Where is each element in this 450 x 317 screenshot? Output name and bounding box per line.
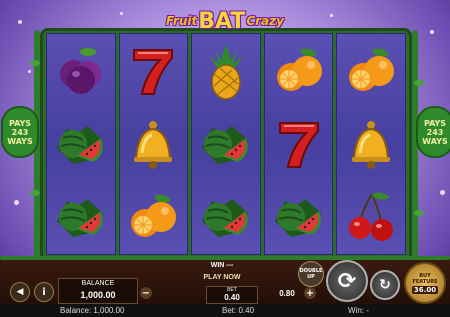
leaf	[30, 190, 40, 196]
watermelon-symbol-icon	[52, 114, 110, 174]
reel-5	[336, 33, 406, 255]
win-value: ---	[226, 262, 234, 269]
play-now-text: PLAY NOW	[203, 274, 241, 281]
watermelon-symbol-icon	[52, 187, 110, 247]
double-up-button[interactable]: DOUBLE UP	[298, 261, 324, 287]
leaf	[414, 80, 424, 86]
pays-243-ways-left-badge: PAYS 243 WAYS	[1, 106, 39, 158]
leaf	[30, 60, 40, 66]
buy-feature-price: 36.00	[411, 285, 439, 294]
logo-bat: BAT	[198, 8, 246, 34]
bell-symbol-icon	[124, 114, 182, 174]
win-label: WIN	[210, 262, 225, 269]
balance-value: 1,000.00	[80, 290, 116, 300]
bet-box: BET 0.40	[206, 286, 258, 304]
game-logo: Fruit BAT Crazy	[150, 8, 300, 34]
watermelon-symbol-icon	[197, 187, 255, 247]
pays-line-3: WAYS	[7, 136, 33, 146]
vine-panel-top	[0, 256, 450, 260]
sparkle	[28, 70, 31, 73]
pineapple-symbol-icon	[197, 41, 255, 101]
seven-symbol-icon	[270, 114, 328, 174]
bet-plus-button[interactable]: +	[304, 287, 316, 299]
reel-2	[118, 33, 189, 255]
status-win: Win: -	[348, 306, 369, 315]
seven-symbol-icon	[124, 41, 182, 101]
balance-label: BALANCE	[81, 280, 115, 287]
status-bet: Bet: 0.40	[222, 306, 255, 315]
pays-line-3: WAYS	[422, 136, 448, 146]
leaf	[414, 210, 424, 216]
reel-3	[191, 33, 261, 255]
balance-box: BALANCE 1,000.00	[58, 278, 138, 304]
bet-value: 0.40	[224, 293, 240, 302]
logo-crazy: Crazy	[246, 14, 284, 28]
logo-fruit: Fruit	[166, 14, 198, 28]
double-up-label: DOUBLE UP	[299, 268, 323, 280]
orange-symbol-icon	[342, 41, 400, 101]
watermelon-symbol-icon	[270, 187, 328, 247]
sparkle	[120, 12, 123, 15]
sparkle	[18, 20, 22, 24]
pays-line-1: PAYS	[8, 118, 32, 128]
sparkle	[440, 190, 445, 195]
pays-243-ways-right-badge: PAYS 243 WAYS	[416, 106, 450, 158]
spin-button[interactable]: ⟳	[326, 260, 368, 302]
orange-symbol-icon	[124, 187, 182, 247]
buy-feature-button[interactable]: BUY FEATURE 36.00	[404, 262, 446, 304]
cherry-symbol-icon	[342, 187, 400, 247]
info-button[interactable]: i	[34, 282, 54, 302]
minus-icon: −	[141, 287, 151, 299]
watermelon-symbol-icon	[197, 114, 255, 174]
orange-symbol-icon	[270, 41, 328, 101]
menu-back-button[interactable]: ◀	[10, 282, 30, 302]
autoplay-icon: ↻	[379, 277, 391, 293]
sparkle	[14, 200, 19, 205]
bet-minus-button[interactable]: −	[140, 287, 152, 299]
win-display: WIN ---	[200, 262, 244, 269]
status-balance: Balance: 1,000.00	[60, 306, 125, 315]
status-bar: Balance: 1,000.00 Bet: 0.40 Win: -	[0, 304, 450, 317]
pays-line-1: PAYS	[423, 118, 447, 128]
bell-symbol-icon	[342, 114, 400, 174]
spin-icon: ⟳	[337, 268, 357, 294]
sparkle	[430, 30, 434, 34]
reel-4	[263, 33, 334, 255]
buy-feature-label: BUY FEATURE	[412, 272, 438, 285]
reel-grid	[46, 33, 406, 255]
pays-line-2: 243	[426, 127, 444, 137]
bet-next-value[interactable]: 0.80	[272, 289, 302, 298]
pays-line-2: 243	[11, 127, 29, 137]
sparkle	[330, 14, 333, 17]
info-icon: i	[42, 286, 46, 298]
plum-symbol-icon	[52, 41, 110, 101]
plus-icon: +	[305, 287, 315, 299]
reel-1	[46, 33, 116, 255]
autoplay-button[interactable]: ↻	[370, 270, 400, 300]
